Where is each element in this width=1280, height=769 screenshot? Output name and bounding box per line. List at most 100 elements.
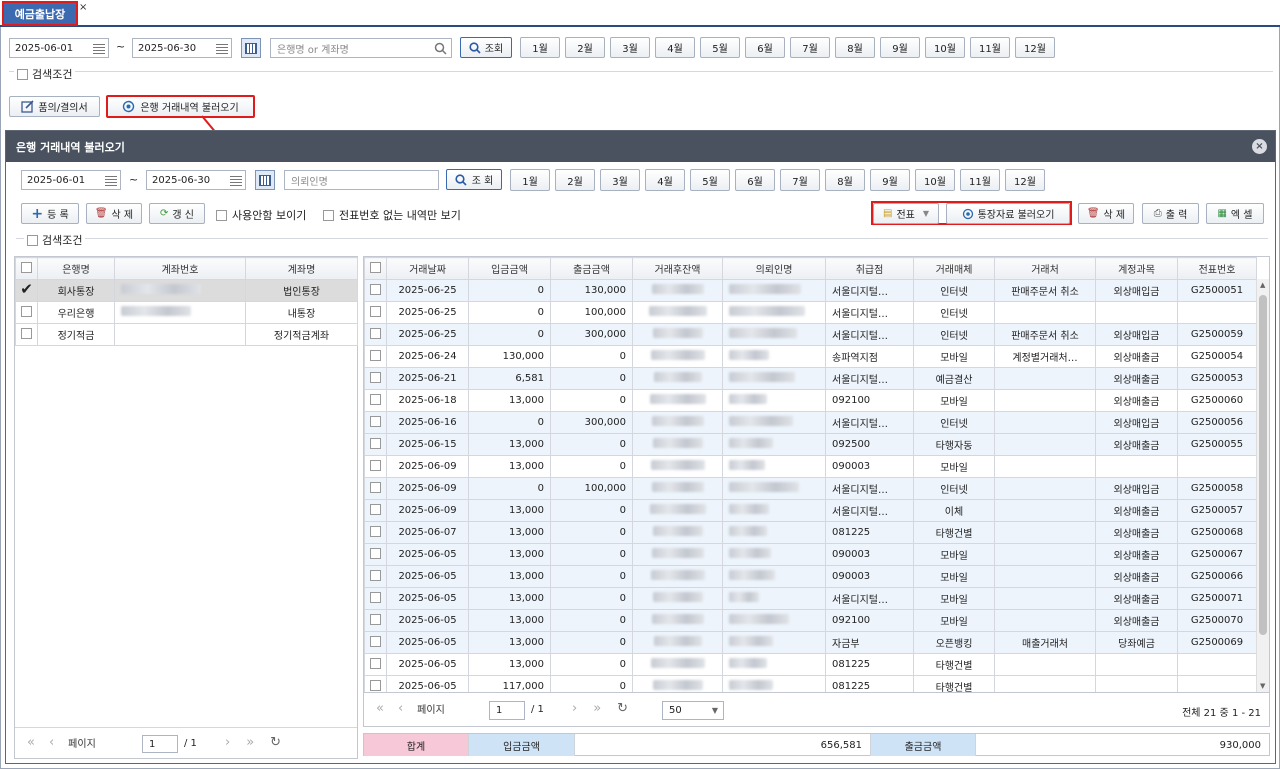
col-header[interactable]: 전표번호	[1177, 257, 1257, 280]
month-button-6[interactable]: 6월	[735, 169, 775, 191]
row-checkbox[interactable]	[370, 547, 381, 559]
row-checkbox[interactable]	[370, 327, 381, 339]
bank-search-input[interactable]: 은행명 or 계좌명	[270, 38, 452, 58]
row-checkbox[interactable]	[370, 459, 381, 471]
month-button-12[interactable]: 12월	[1005, 169, 1045, 191]
row-checkbox-cell[interactable]: ✔	[15, 279, 38, 302]
row-checkbox-cell[interactable]	[364, 675, 387, 692]
prev-page-icon[interactable]: ‹	[398, 701, 403, 716]
col-header[interactable]: 입금금액	[468, 257, 551, 280]
col-header[interactable]: 거래매체	[913, 257, 995, 280]
row-checkbox-cell[interactable]	[364, 543, 387, 566]
row-checkbox[interactable]	[370, 349, 381, 361]
show-unused-toggle[interactable]: 사용안함 보이기	[216, 207, 306, 223]
month-button-8[interactable]: 8월	[835, 37, 875, 58]
next-page-icon[interactable]: ›	[572, 701, 577, 716]
row-checkbox-cell[interactable]	[364, 499, 387, 522]
passbook-import-button[interactable]: 통장자료 불러오기	[946, 203, 1070, 224]
scroll-down-icon[interactable]: ▼	[1260, 682, 1265, 690]
delete-button[interactable]: 🗑 삭 제	[86, 203, 142, 224]
account-row[interactable]: 우리은행 내통장	[15, 301, 358, 324]
modal-search-condition-checkbox[interactable]	[27, 234, 38, 246]
col-header[interactable]: 계정과목	[1095, 257, 1178, 280]
month-button-10[interactable]: 10월	[915, 169, 955, 191]
col-bank-name[interactable]: 은행명	[37, 257, 115, 280]
transaction-row[interactable]: 2025-06-05 13,000 0 자금부 오픈뱅킹 매출거래처 당좌예금 …	[364, 631, 1257, 654]
date-from-input[interactable]: 2025-06-01	[9, 38, 109, 58]
row-checkbox[interactable]	[21, 327, 32, 339]
approval-button[interactable]: 품의/결의서	[9, 96, 100, 117]
search-button[interactable]: 조회	[460, 37, 512, 58]
row-checkbox-cell[interactable]	[364, 301, 387, 324]
month-button-4[interactable]: 4월	[645, 169, 685, 191]
month-button-1[interactable]: 1월	[510, 169, 550, 191]
row-checkbox[interactable]	[370, 371, 381, 383]
row-checkbox[interactable]	[370, 591, 381, 603]
account-row[interactable]: ✔ 회사통장 법인통장	[15, 279, 358, 302]
no-voucher-checkbox[interactable]	[323, 209, 334, 221]
row-checkbox[interactable]	[370, 481, 381, 493]
row-checkbox-cell[interactable]	[364, 477, 387, 500]
month-button-11[interactable]: 11월	[970, 37, 1010, 58]
transaction-row[interactable]: 2025-06-25 0 300,000 서울디지털… 인터넷 판매주문서 취소…	[364, 323, 1257, 346]
payer-name-input[interactable]: 의뢰인명	[284, 170, 439, 190]
month-button-11[interactable]: 11월	[960, 169, 1000, 191]
month-button-7[interactable]: 7월	[780, 169, 820, 191]
row-checkbox-cell[interactable]	[364, 455, 387, 478]
transaction-row[interactable]: 2025-06-05 13,000 0 092100 모바일 외상매출금 G25…	[364, 609, 1257, 632]
month-button-5[interactable]: 5월	[690, 169, 730, 191]
row-checkbox-cell[interactable]	[364, 565, 387, 588]
month-button-9[interactable]: 9월	[870, 169, 910, 191]
calendar-grid-icon[interactable]	[230, 174, 242, 186]
row-checkbox-cell[interactable]	[364, 367, 387, 390]
row-checkbox-cell[interactable]	[364, 631, 387, 654]
month-button-1[interactable]: 1월	[520, 37, 560, 58]
month-button-3[interactable]: 3월	[600, 169, 640, 191]
col-header[interactable]: 거래날짜	[386, 257, 469, 280]
transaction-row[interactable]: 2025-06-18 13,000 0 092100 모바일 외상매출금 G25…	[364, 389, 1257, 412]
vertical-scrollbar[interactable]: ▲ ▼	[1256, 279, 1269, 692]
row-checkbox-cell[interactable]	[15, 301, 38, 324]
month-button-5[interactable]: 5월	[700, 37, 740, 58]
calendar-grid-icon[interactable]	[105, 174, 117, 186]
month-button-4[interactable]: 4월	[655, 37, 695, 58]
search-icon[interactable]	[434, 42, 447, 55]
row-checkbox[interactable]	[370, 305, 381, 317]
register-button[interactable]: + 등 록	[21, 203, 79, 224]
calendar-picker-button[interactable]	[241, 38, 261, 58]
transaction-row[interactable]: 2025-06-09 0 100,000 서울디지털… 인터넷 외상매입금 G2…	[364, 477, 1257, 500]
row-checkbox-cell[interactable]	[364, 521, 387, 544]
modal-date-from-input[interactable]: 2025-06-01	[21, 170, 121, 190]
select-all-checkbox[interactable]	[21, 261, 32, 273]
row-checkbox[interactable]	[370, 613, 381, 625]
row-checkbox[interactable]	[370, 635, 381, 647]
row-checkbox[interactable]	[370, 569, 381, 581]
month-button-7[interactable]: 7월	[790, 37, 830, 58]
modal-date-to-input[interactable]: 2025-06-30	[146, 170, 246, 190]
row-checkbox-cell[interactable]	[364, 411, 387, 434]
row-checkbox-cell[interactable]	[364, 389, 387, 412]
transaction-row[interactable]: 2025-06-05 13,000 0 090003 모바일 외상매출금 G25…	[364, 543, 1257, 566]
col-header[interactable]: 거래후잔액	[632, 257, 723, 280]
transaction-row[interactable]: 2025-06-05 13,000 0 081225 타행건별	[364, 653, 1257, 676]
row-checkbox[interactable]	[370, 657, 381, 669]
scrollbar-thumb[interactable]	[1259, 295, 1267, 635]
transaction-row[interactable]: 2025-06-05 13,000 0 서울디지털… 모바일 외상매출금 G25…	[364, 587, 1257, 610]
row-checkbox-cell[interactable]	[364, 345, 387, 368]
row-checkbox[interactable]	[21, 305, 32, 317]
modal-search-condition-toggle[interactable]: 검색조건	[24, 232, 86, 248]
select-all-cell[interactable]	[15, 257, 38, 280]
print-button[interactable]: ⎙ 출 력	[1142, 203, 1199, 224]
transaction-row[interactable]: 2025-06-21 6,581 0 서울디지털… 예금결산 외상매출금 G25…	[364, 367, 1257, 390]
transaction-row[interactable]: 2025-06-05 13,000 0 090003 모바일 외상매출금 G25…	[364, 565, 1257, 588]
transaction-row[interactable]: 2025-06-07 13,000 0 081225 타행건별 외상매출금 G2…	[364, 521, 1257, 544]
scroll-up-icon[interactable]: ▲	[1260, 281, 1265, 289]
month-button-10[interactable]: 10월	[925, 37, 965, 58]
transaction-row[interactable]: 2025-06-15 13,000 0 092500 타행자동 외상매출금 G2…	[364, 433, 1257, 456]
col-header[interactable]: 의뢰인명	[722, 257, 826, 280]
next-page-icon[interactable]: ›	[225, 735, 230, 750]
page-input[interactable]: 1	[489, 701, 525, 720]
reload-icon[interactable]: ↻	[617, 701, 628, 716]
account-row[interactable]: 정기적금 정기적금계좌	[15, 323, 358, 346]
col-header[interactable]: 출금금액	[550, 257, 633, 280]
